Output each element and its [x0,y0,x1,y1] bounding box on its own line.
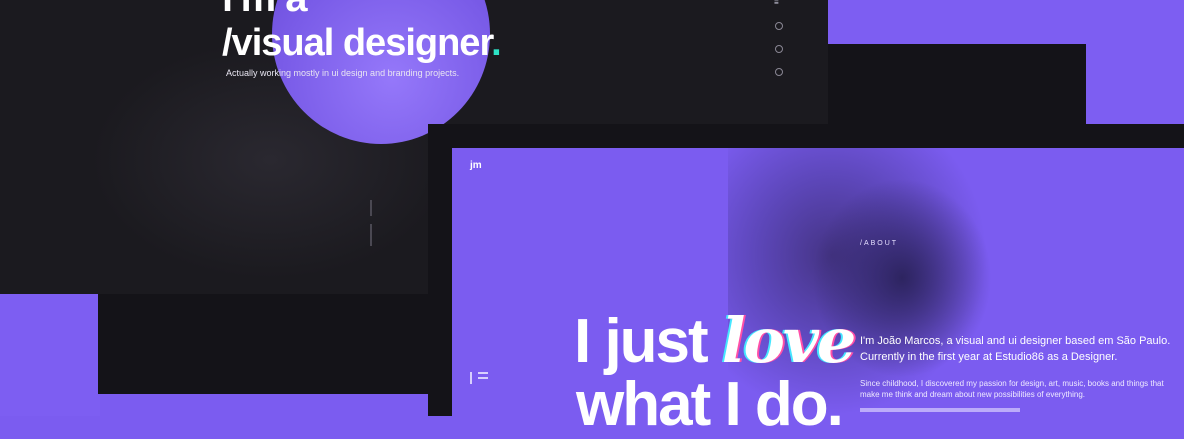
nav-dot-3[interactable] [775,68,783,76]
headline-line-1: I just love [574,307,856,376]
nav-dot-1[interactable] [775,22,783,30]
section-label-about: /ABOUT [860,240,899,247]
bio-line-2: Currently in the first year at Estudio86… [860,351,1118,363]
headline-part-1: I just [574,307,722,376]
background-block-left [0,292,100,416]
bio-line-5-blurred [860,408,1020,412]
bio-line-1: I'm João Marcos, a visual and ui designe… [860,335,1171,347]
side-nav-indicator[interactable] [470,372,478,384]
side-nav-line-2 [478,377,488,379]
bio-line-3: Since childhood, I discovered my passion… [860,379,1164,388]
hero-title-text: /visual designer [222,22,492,64]
scroll-indicator-top [370,200,372,216]
scroll-indicator-bottom [370,224,372,246]
logo[interactable]: jm [470,160,482,171]
menu-icon[interactable]: ≡ [774,0,779,7]
headline-line-2: what I do. [576,370,844,439]
dark-mockup-shadow [98,294,438,394]
hero-prefix: i'm a [222,0,308,18]
bio-line-4: make me think and dream about new possib… [860,390,1086,399]
hero-subtitle: Actually working mostly in ui design and… [226,68,460,78]
background-block-top-right [826,0,1184,44]
hero-title-dot: . [491,22,502,64]
headline-emphasis: love [721,304,856,377]
hero-title: /visual designer. [222,22,502,64]
nav-dot-2[interactable] [775,45,783,53]
dark-panel-right [828,44,1086,124]
side-nav-line-1 [478,372,488,374]
background-block-right [1086,44,1184,124]
